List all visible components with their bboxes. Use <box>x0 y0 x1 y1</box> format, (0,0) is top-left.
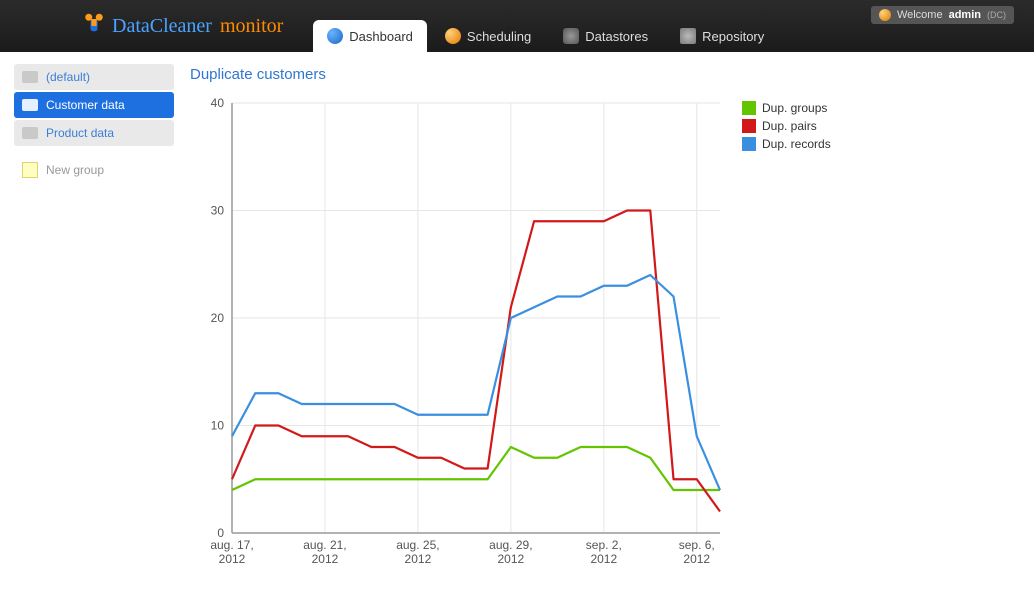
svg-text:2012: 2012 <box>312 552 339 566</box>
tab-label: Repository <box>702 29 764 44</box>
svg-text:2012: 2012 <box>683 552 710 566</box>
svg-text:sep. 2,: sep. 2, <box>586 538 622 552</box>
legend-item-groups: Dup. groups <box>742 101 831 115</box>
svg-text:30: 30 <box>211 204 225 218</box>
sidebar-item-customer-data[interactable]: Customer data <box>14 92 174 118</box>
sidebar-item-product-data[interactable]: Product data <box>14 120 174 146</box>
tab-dashboard[interactable]: Dashboard <box>313 20 427 52</box>
svg-text:aug. 29,: aug. 29, <box>489 538 532 552</box>
brand-name: DataCleaner <box>112 15 212 38</box>
tab-label: Dashboard <box>349 29 413 44</box>
repository-icon <box>680 28 696 44</box>
chart-legend: Dup. groups Dup. pairs Dup. records <box>742 93 831 583</box>
svg-text:2012: 2012 <box>219 552 246 566</box>
app-logo: DataCleaner monitor <box>80 12 283 40</box>
tab-label: Datastores <box>585 29 648 44</box>
svg-text:40: 40 <box>211 96 225 110</box>
user-context: (DC) <box>987 10 1006 20</box>
chart-title: Duplicate customers <box>190 66 1020 83</box>
user-icon <box>879 9 891 21</box>
sidebar: (default) Customer data Product data New… <box>14 64 174 583</box>
tab-repository[interactable]: Repository <box>666 20 778 52</box>
sidebar-item-default[interactable]: (default) <box>14 64 174 90</box>
sidebar-item-label: New group <box>46 163 104 177</box>
legend-swatch <box>742 137 756 151</box>
datastores-icon <box>563 28 579 44</box>
svg-text:2012: 2012 <box>498 552 525 566</box>
folder-icon <box>22 127 38 139</box>
legend-item-pairs: Dup. pairs <box>742 119 831 133</box>
main-nav: Dashboard Scheduling Datastores Reposito… <box>313 0 778 52</box>
svg-text:aug. 25,: aug. 25, <box>396 538 439 552</box>
sidebar-item-label: Product data <box>46 126 114 140</box>
legend-item-records: Dup. records <box>742 137 831 151</box>
tab-datastores[interactable]: Datastores <box>549 20 662 52</box>
svg-text:aug. 21,: aug. 21, <box>303 538 346 552</box>
line-chart: 010203040aug. 17,2012aug. 21,2012aug. 25… <box>190 93 730 583</box>
scheduling-icon <box>445 28 461 44</box>
svg-text:2012: 2012 <box>590 552 617 566</box>
brand-subname: monitor <box>220 15 283 38</box>
sidebar-item-label: (default) <box>46 70 90 84</box>
legend-label: Dup. pairs <box>762 119 817 133</box>
svg-text:sep. 6,: sep. 6, <box>679 538 715 552</box>
dashboard-icon <box>327 28 343 44</box>
welcome-label: Welcome <box>897 9 943 21</box>
svg-text:aug. 17,: aug. 17, <box>210 538 253 552</box>
logo-icon <box>80 12 108 40</box>
svg-text:20: 20 <box>211 311 225 325</box>
sidebar-item-label: Customer data <box>46 98 125 112</box>
new-group-icon <box>22 162 38 178</box>
legend-swatch <box>742 101 756 115</box>
tab-label: Scheduling <box>467 29 531 44</box>
svg-text:2012: 2012 <box>405 552 432 566</box>
legend-label: Dup. records <box>762 137 831 151</box>
tab-scheduling[interactable]: Scheduling <box>431 20 545 52</box>
sidebar-new-group[interactable]: New group <box>14 156 174 184</box>
user-name: admin <box>949 9 981 21</box>
svg-text:10: 10 <box>211 419 225 433</box>
folder-icon <box>22 99 38 111</box>
legend-swatch <box>742 119 756 133</box>
folder-icon <box>22 71 38 83</box>
user-badge[interactable]: Welcome admin (DC) <box>871 6 1014 24</box>
legend-label: Dup. groups <box>762 101 827 115</box>
